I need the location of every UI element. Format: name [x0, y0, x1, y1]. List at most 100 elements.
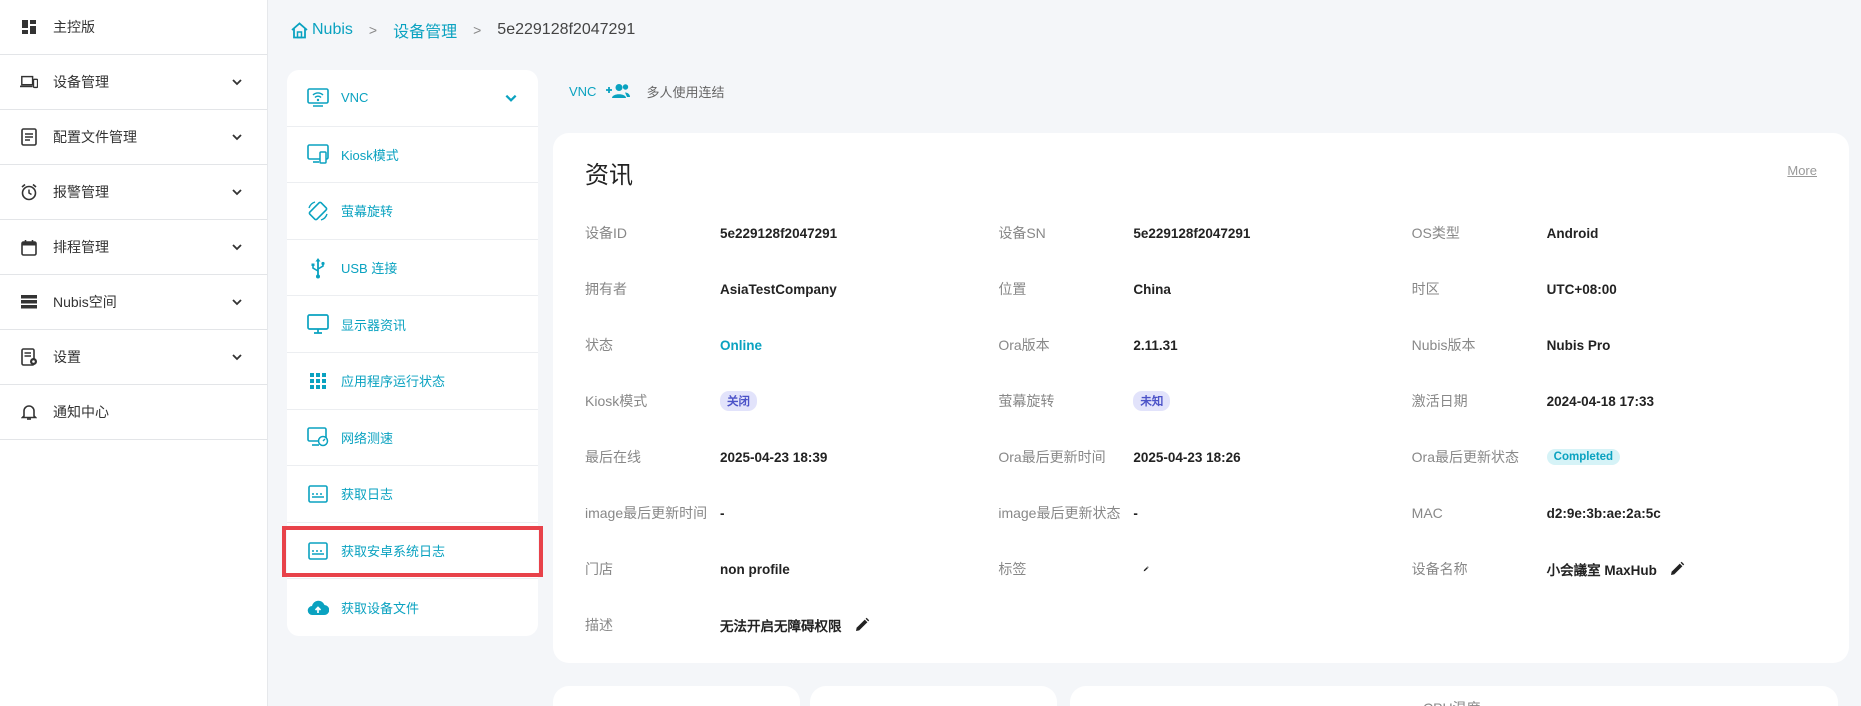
- vnc-icon: [307, 87, 329, 109]
- tab-multi-user-link[interactable]: 多人使用连结: [646, 82, 724, 101]
- nav-item-device-management[interactable]: 设备管理: [0, 55, 267, 110]
- nubis-version-value: Nubis Pro: [1546, 337, 1611, 353]
- device-action-menu: VNC Kiosk模式 萤幕旋转 USB 连接 显示器资讯 应用程序运行状态 网…: [287, 70, 538, 636]
- menu-item-vnc[interactable]: VNC: [287, 70, 538, 127]
- menu-item-label: 显示器资讯: [341, 317, 407, 333]
- nav-item-notification-center[interactable]: 通知中心: [0, 385, 267, 440]
- nav-label: 主控版: [53, 19, 95, 35]
- chevron-down-icon: [232, 189, 242, 196]
- ora-version-value: 2.11.31: [1133, 337, 1178, 353]
- chevron-down-icon[interactable]: [504, 91, 518, 105]
- nav-label: 配置文件管理: [53, 129, 137, 145]
- chevron-down-icon: [232, 79, 242, 86]
- status-value: Online: [720, 337, 763, 353]
- menu-item-label: Kiosk模式: [341, 147, 399, 163]
- ora-update-time-value: 2025-04-23 18:26: [1133, 449, 1241, 465]
- info-label: 描述: [585, 617, 613, 633]
- menu-item-label: 获取安卓系统日志: [341, 544, 446, 560]
- edit-device-name-pencil-icon[interactable]: [1669, 561, 1685, 577]
- image-update-time-value: -: [720, 505, 725, 521]
- menu-item-usb[interactable]: USB 连接: [287, 240, 538, 297]
- info-row: Kiosk模式 关闭 萤幕旋转 未知 激活日期 2024-04-18 17:33: [585, 373, 1825, 429]
- info-label: 设备ID: [585, 225, 627, 241]
- network-speed-icon: [307, 426, 329, 448]
- breadcrumb-home[interactable]: Nubis: [290, 21, 353, 39]
- menu-item-label: 获取设备文件: [341, 601, 420, 617]
- info-row: 状态 Online Ora版本 2.11.31 Nubis版本 Nubis Pro: [585, 317, 1825, 373]
- breadcrumb-device-management[interactable]: 设备管理: [393, 18, 457, 42]
- mac-value: d2:9e:3b:ae:2a:5c: [1546, 505, 1661, 521]
- menu-item-monitor-info[interactable]: 显示器资讯: [287, 296, 538, 353]
- info-row: 门店 non profile 标签 设备名称 小会議室 MaxHub: [585, 541, 1825, 597]
- multi-user-icon[interactable]: [606, 83, 631, 99]
- info-label: Ora最后更新状态: [1411, 449, 1519, 465]
- menu-item-get-log[interactable]: 获取日志: [287, 466, 538, 523]
- menu-item-network-speed[interactable]: 网络测速: [287, 410, 538, 467]
- nav-item-schedule-management[interactable]: 排程管理: [0, 220, 267, 275]
- nav-label: Nubis空间: [53, 294, 117, 310]
- settings-doc-icon: [20, 348, 38, 366]
- sidebar-nav: 主控版 设备管理 配置文件管理 报警管理 排程管理 Nubis空间 设置 通知中…: [0, 0, 268, 706]
- alarm-clock-icon: [20, 183, 38, 201]
- menu-item-label: 应用程序运行状态: [341, 374, 446, 390]
- info-label: Kiosk模式: [585, 393, 648, 409]
- bottom-card-1: [553, 686, 800, 706]
- info-title: 资讯: [585, 162, 633, 189]
- info-label: 时区: [1411, 281, 1440, 297]
- nav-item-alarm-management[interactable]: 报警管理: [0, 165, 267, 220]
- breadcrumb-separator-icon: >: [473, 22, 482, 38]
- timezone-value: UTC+08:00: [1546, 281, 1617, 297]
- chevron-down-icon: [232, 134, 242, 141]
- home-icon: [291, 21, 308, 38]
- menu-item-kiosk[interactable]: Kiosk模式: [287, 127, 538, 184]
- info-row: 设备ID 5e229128f2047291 设备SN 5e229128f204729…: [585, 205, 1825, 261]
- menu-item-label: VNC: [341, 90, 369, 106]
- menu-item-app-status[interactable]: 应用程序运行状态: [287, 353, 538, 410]
- more-link[interactable]: More: [1787, 163, 1817, 178]
- android-log-icon: [307, 540, 329, 562]
- chevron-down-icon: [232, 299, 242, 306]
- nav-item-nubis-space[interactable]: Nubis空间: [0, 275, 267, 330]
- profile-file-icon: [20, 128, 38, 146]
- info-grid: 设备ID 5e229128f2047291 设备SN 5e229128f204729…: [585, 205, 1825, 653]
- info-label: 萤幕旋转: [998, 393, 1055, 409]
- bottom-card-2: [810, 686, 1057, 706]
- menu-item-screen-rotation[interactable]: 萤幕旋转: [287, 183, 538, 240]
- edit-tags-pencil-icon[interactable]: [1133, 561, 1150, 577]
- info-label: 门店: [585, 561, 613, 577]
- ora-update-status-badge: Completed: [1546, 449, 1621, 465]
- menu-item-label: 萤幕旋转: [341, 204, 394, 220]
- info-label: 设备SN: [998, 225, 1046, 241]
- cloud-upload-icon: [307, 597, 329, 619]
- nav-item-settings[interactable]: 设置: [0, 330, 267, 385]
- chevron-down-icon: [232, 354, 242, 361]
- device-info-card: 资讯 More 设备ID 5e229128f2047291 设备SN 5e22912…: [553, 133, 1849, 663]
- nav-item-dashboard[interactable]: 主控版: [0, 0, 267, 55]
- info-row: 最后在线 2025-04-23 18:39 Ora最后更新时间 2025-04-23…: [585, 429, 1825, 485]
- menu-item-label: USB 连接: [341, 261, 398, 277]
- info-label: 设备名称: [1411, 561, 1468, 577]
- tab-vnc[interactable]: VNC: [569, 84, 596, 99]
- device-id-value: 5e229128f2047291: [720, 225, 838, 241]
- breadcrumb-separator-icon: >: [368, 22, 378, 38]
- info-label: MAC: [1411, 505, 1443, 521]
- owner-value: AsiaTestCompany: [720, 281, 837, 297]
- store-value: non profile: [720, 561, 790, 577]
- device-name-value: 小会議室 MaxHub: [1546, 563, 1657, 578]
- info-label: Nubis版本: [1411, 337, 1476, 353]
- edit-description-pencil-icon[interactable]: [854, 617, 870, 633]
- info-label: image最后更新状态: [998, 505, 1121, 521]
- nav-label: 设备管理: [53, 74, 109, 90]
- nav-label: 排程管理: [53, 239, 109, 255]
- apps-grid-icon: [307, 370, 329, 392]
- description-value: 无法开启无障碍权限: [720, 619, 842, 634]
- last-online-value: 2025-04-23 18:39: [720, 449, 828, 465]
- info-row: 描述 无法开启无障碍权限: [585, 597, 1825, 653]
- info-row: 拥有者 AsiaTestCompany 位置 China 时区 UTC+08:00: [585, 261, 1825, 317]
- info-label: image最后更新时间: [585, 505, 708, 521]
- rotation-status-badge: 未知: [1133, 391, 1171, 411]
- menu-item-get-android-log[interactable]: 获取安卓系统日志: [287, 523, 538, 580]
- menu-item-get-device-file[interactable]: 获取设备文件: [287, 579, 538, 636]
- nav-item-profile-management[interactable]: 配置文件管理: [0, 110, 267, 165]
- storage-icon: [20, 293, 38, 311]
